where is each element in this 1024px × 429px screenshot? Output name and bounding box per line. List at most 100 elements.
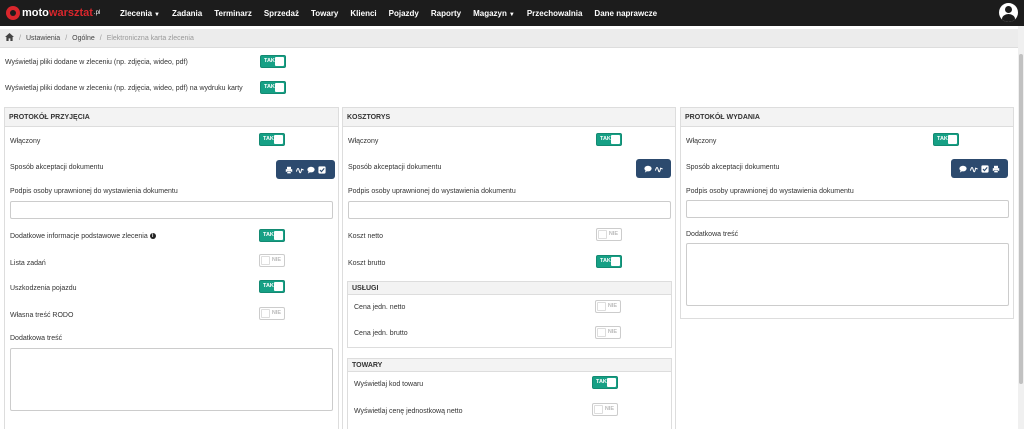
- comment-icon: [644, 165, 652, 173]
- toggle-knob: [594, 405, 603, 414]
- breadcrumb-item-current: Elektroniczna karta zlecenia: [106, 34, 194, 42]
- products-subpanel: TOWARY Wyświetlaj kod towaru TAK Wyświet…: [347, 358, 672, 429]
- nav-item-label: Towary: [310, 8, 339, 18]
- service-unit-gross-toggle[interactable]: NIE: [595, 326, 621, 339]
- gross-cost-toggle[interactable]: TAK: [596, 255, 622, 268]
- acceptance-method-label: Sposób akceptacji dokumentu: [348, 164, 442, 171]
- user-avatar-icon[interactable]: [999, 3, 1018, 22]
- toggle-knob: [597, 328, 606, 337]
- nav-item-magazyn[interactable]: Magazyn ▼: [473, 9, 515, 18]
- files-on-print-toggle[interactable]: TAK: [260, 81, 286, 94]
- panel-title: PROTOKÓŁ PRZYJĘCIA: [9, 114, 90, 121]
- panel-header: PROTOKÓŁ PRZYJĘCIA: [5, 108, 338, 127]
- nav-item-label: Klienci: [350, 8, 377, 18]
- net-cost-label: Koszt netto: [348, 233, 384, 240]
- breadcrumb-separator: /: [65, 34, 68, 42]
- subpanel-title: TOWARY: [352, 362, 383, 369]
- own-rodo-toggle[interactable]: NIE: [259, 307, 285, 320]
- toggle-state-label: NIE: [608, 231, 618, 237]
- net-cost-toggle[interactable]: NIE: [596, 228, 622, 241]
- acceptance-method-button[interactable]: [276, 160, 335, 179]
- logo-text-moto: moto: [22, 7, 49, 19]
- files-in-order-label: Wyświetlaj pliki dodane w zleceniu (np. …: [5, 59, 188, 66]
- nav-item-pojazdy[interactable]: Pojazdy: [389, 9, 419, 18]
- panel-header: PROTOKÓŁ WYDANIA: [681, 108, 1013, 127]
- nav-item-terminarz[interactable]: Terminarz: [214, 9, 252, 18]
- nav-item-label: Zlecenia: [120, 8, 153, 18]
- nav-item-zadania[interactable]: Zadania: [172, 9, 202, 18]
- service-unit-net-toggle[interactable]: NIE: [595, 300, 621, 313]
- signature-person-input[interactable]: [10, 201, 333, 219]
- additional-content-textarea[interactable]: [10, 348, 333, 411]
- info-icon[interactable]: i: [149, 233, 156, 240]
- toggle-state-label: NIE: [604, 406, 614, 412]
- toggle-knob: [274, 231, 283, 240]
- caret-down-icon: ▼: [508, 11, 515, 18]
- nav-item-towary[interactable]: Towary: [311, 9, 338, 18]
- subpanel-title: USŁUGI: [352, 285, 379, 292]
- nav-item-zlecenia[interactable]: Zlecenia ▼: [120, 9, 160, 18]
- vehicle-damage-label: Uszkodzenia pojazdu: [10, 285, 77, 292]
- breadcrumb-item-ogolne[interactable]: Ogólne: [72, 35, 95, 42]
- toggle-state-label: TAK: [263, 232, 274, 238]
- service-unit-net-label: Cena jedn. netto: [354, 304, 406, 311]
- vehicle-damage-toggle[interactable]: TAK: [259, 280, 285, 293]
- task-list-label: Lista zadań: [10, 260, 46, 267]
- toggle-state-label: NIE: [607, 303, 617, 309]
- nav-item-label: Sprzedaż: [263, 8, 299, 18]
- files-in-order-toggle[interactable]: TAK: [260, 55, 286, 68]
- product-unit-net-label: Wyświetlaj cenę jednostkową netto: [354, 408, 463, 415]
- nav-item-przechowalnia[interactable]: Przechowalnia: [527, 9, 583, 18]
- signature-person-label: Podpis osoby uprawnionej do wystawienia …: [348, 188, 516, 195]
- nav-item-label: Zadania: [171, 8, 203, 18]
- nav-item-dane-naprawcze[interactable]: Dane naprawcze: [594, 9, 657, 18]
- toggle-knob: [597, 302, 606, 311]
- nav-item-label: Przechowalnia: [526, 8, 583, 18]
- additional-content-label: Dodatkowa treść: [10, 335, 63, 342]
- signature-person-label: Podpis osoby uprawnionej do wystawienia …: [686, 188, 854, 195]
- toggle-knob: [611, 135, 620, 144]
- nav-item-klienci[interactable]: Klienci: [350, 9, 376, 18]
- toggle-state-label: TAK: [600, 258, 611, 264]
- toggle-state-label: TAK: [600, 136, 611, 142]
- wlaczony-toggle[interactable]: TAK: [596, 133, 622, 146]
- signature-person-input[interactable]: [348, 201, 671, 219]
- scrollbar-thumb[interactable]: [1019, 54, 1023, 384]
- toggle-state-label: TAK: [263, 136, 274, 142]
- nav-item-sprzedaż[interactable]: Sprzedaż: [264, 9, 299, 18]
- breadcrumb-item-ustawienia[interactable]: Ustawienia: [26, 35, 60, 42]
- wlaczony-toggle[interactable]: TAK: [933, 133, 959, 146]
- nav-item-label: Pojazdy: [388, 8, 419, 18]
- home-icon[interactable]: [5, 33, 14, 43]
- top-navbar: moto warsztat .pl Zlecenia ▼ Zadania Termin…: [0, 0, 1024, 26]
- toggle-state-label: TAK: [263, 283, 274, 289]
- toggle-knob: [274, 282, 283, 291]
- panel-title: KOSZTORYS: [347, 114, 391, 121]
- toggle-state-label: TAK: [264, 58, 275, 64]
- signature-icon: [296, 166, 304, 174]
- additional-content-textarea[interactable]: [686, 243, 1009, 306]
- task-list-toggle[interactable]: NIE: [259, 254, 285, 267]
- nav-item-raporty[interactable]: Raporty: [431, 9, 461, 18]
- acceptance-method-button[interactable]: [951, 159, 1008, 178]
- toggle-state-label: TAK: [596, 379, 607, 385]
- toggle-state-label: NIE: [271, 257, 281, 263]
- services-subpanel: USŁUGI Cena jedn. netto NIE Cena jedn. b…: [347, 281, 672, 348]
- wlaczony-label: Włączony: [10, 138, 41, 145]
- check-square-icon: [318, 165, 326, 174]
- logo-text-warsztat: warsztat: [48, 7, 93, 19]
- toggle-state-label: NIE: [607, 329, 617, 335]
- acceptance-method-button[interactable]: [636, 159, 671, 178]
- app-logo[interactable]: moto warsztat .pl: [6, 4, 100, 22]
- product-unit-net-toggle[interactable]: NIE: [592, 403, 618, 416]
- signature-icon: [970, 165, 978, 173]
- additional-info-toggle[interactable]: TAK: [259, 229, 285, 242]
- additional-info-label: Dodatkowe informacje podstawowe zlecenia…: [10, 233, 156, 240]
- product-code-toggle[interactable]: TAK: [592, 376, 618, 389]
- signature-person-input[interactable]: [686, 200, 1009, 218]
- page-scrollbar[interactable]: [1018, 26, 1024, 429]
- wlaczony-toggle[interactable]: TAK: [259, 133, 285, 146]
- caret-down-icon: ▼: [154, 11, 160, 18]
- panel-protokol-wydania: PROTOKÓŁ WYDANIA Włączony TAK Sposób akc…: [680, 107, 1014, 319]
- printer-icon: [285, 166, 293, 174]
